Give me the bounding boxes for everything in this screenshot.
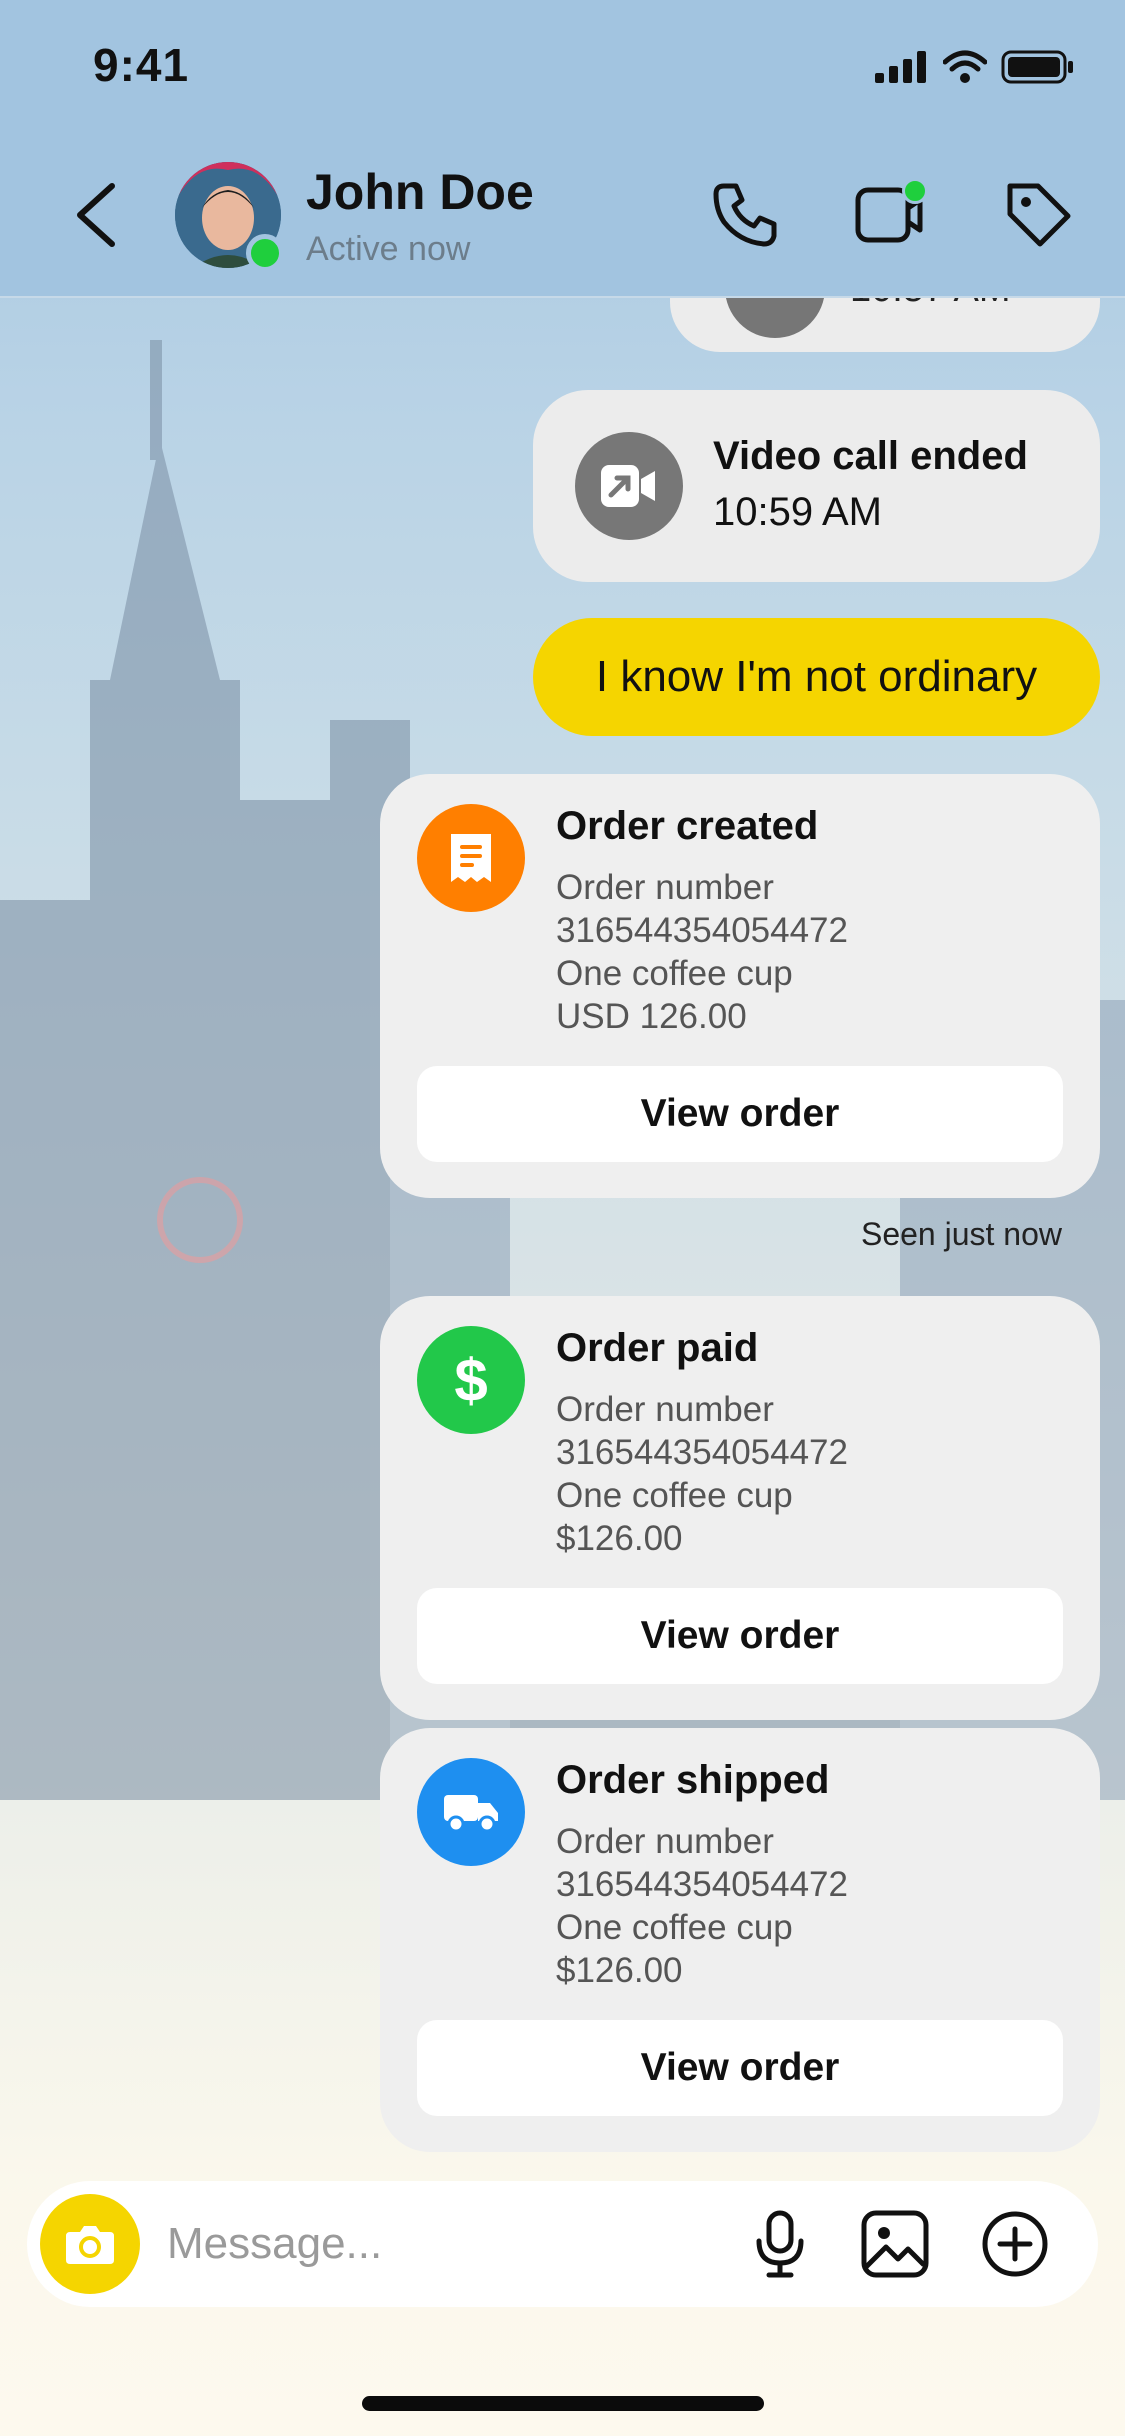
phone-icon[interactable] xyxy=(710,178,782,250)
order-title: Order created xyxy=(556,804,819,848)
camera-button[interactable] xyxy=(40,2194,140,2294)
status-icons xyxy=(875,50,1075,84)
order-price: $126.00 xyxy=(556,1519,683,1558)
order-title: Order paid xyxy=(556,1326,759,1370)
status-bar: 9:41 xyxy=(0,0,1125,140)
call-title: Video call ended xyxy=(713,434,1028,478)
text-message[interactable]: I know I'm not ordinary xyxy=(533,618,1100,736)
order-number: 316544354054472 xyxy=(556,911,848,950)
tag-icon[interactable] xyxy=(1002,178,1074,250)
order-number-label: Order number xyxy=(556,1390,774,1429)
view-order-button[interactable]: View order xyxy=(417,1588,1063,1684)
add-circle-icon[interactable] xyxy=(980,2209,1050,2279)
order-price: $126.00 xyxy=(556,1951,683,1990)
camera-icon xyxy=(66,2226,114,2264)
order-number: 316544354054472 xyxy=(556,1433,848,1472)
call-time: 10:59 AM xyxy=(713,490,883,534)
receipt-icon xyxy=(417,804,525,912)
order-price: USD 126.00 xyxy=(556,997,747,1036)
order-number: 316544354054472 xyxy=(556,1865,848,1904)
cellular-signal-icon xyxy=(875,51,926,83)
online-status-dot xyxy=(246,234,284,272)
dollar-icon: $ xyxy=(417,1326,525,1434)
home-indicator[interactable] xyxy=(362,2396,764,2411)
video-call-ended-message[interactable]: Video call ended 10:59 AM xyxy=(533,390,1100,582)
call-icon xyxy=(725,298,825,338)
call-message-partial: 10:57 AM xyxy=(670,298,1100,352)
order-details: Order number 316544354054472 One coffee … xyxy=(556,1388,848,1560)
back-chevron-icon[interactable] xyxy=(70,180,124,250)
chat-messages[interactable]: 10:57 AM Video call ended 10:59 AM I kno… xyxy=(0,298,1125,2178)
message-input[interactable] xyxy=(167,2209,727,2279)
view-order-button[interactable]: View order xyxy=(417,1066,1063,1162)
order-number-label: Order number xyxy=(556,868,774,907)
view-order-button[interactable]: View order xyxy=(417,2020,1063,2116)
gallery-icon[interactable] xyxy=(860,2209,930,2279)
video-call-ended-icon xyxy=(575,432,683,540)
battery-icon xyxy=(1001,50,1073,84)
order-created-card: Order created Order number 3165443540544… xyxy=(380,774,1100,1198)
message-composer xyxy=(27,2181,1098,2307)
order-item: One coffee cup xyxy=(556,954,793,993)
order-item: One coffee cup xyxy=(556,1908,793,1947)
order-item: One coffee cup xyxy=(556,1476,793,1515)
order-details: Order number 316544354054472 One coffee … xyxy=(556,1820,848,1992)
order-shipped-card: Order shipped Order number 3165443540544… xyxy=(380,1728,1100,2152)
order-details: Order number 316544354054472 One coffee … xyxy=(556,866,848,1038)
status-time: 9:41 xyxy=(93,39,190,91)
wifi-icon xyxy=(943,50,987,83)
order-number-label: Order number xyxy=(556,1822,774,1861)
video-call-badge xyxy=(902,178,928,204)
order-paid-card: $ Order paid Order number 31654435405447… xyxy=(380,1296,1100,1720)
contact-status: Active now xyxy=(306,230,471,268)
call-time: 10:57 AM xyxy=(850,298,1011,311)
contact-name[interactable]: John Doe xyxy=(306,163,534,221)
order-title: Order shipped xyxy=(556,1758,830,1802)
microphone-icon[interactable] xyxy=(745,2209,815,2279)
truck-icon xyxy=(417,1758,525,1866)
seen-status: Seen just now xyxy=(860,1216,1062,1252)
